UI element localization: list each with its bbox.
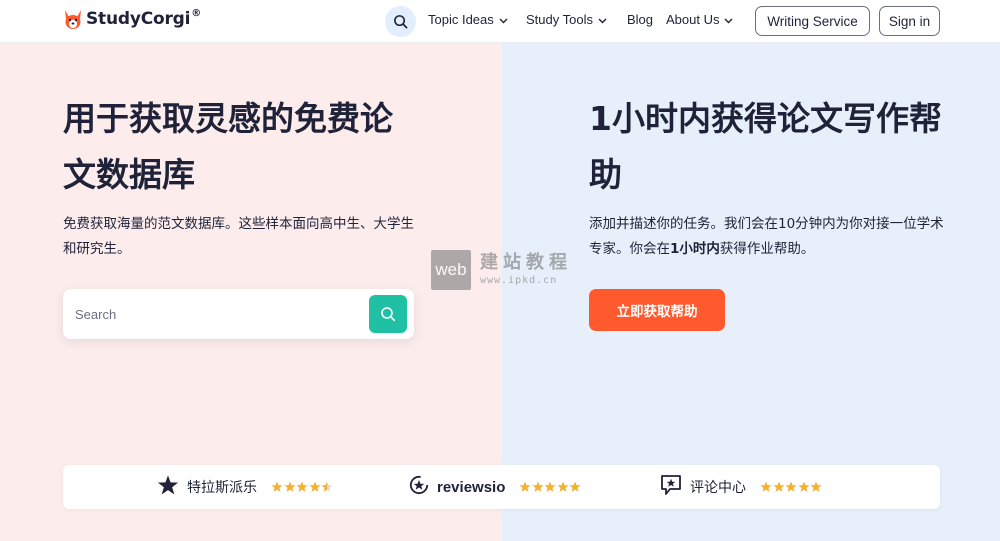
star-icon	[798, 481, 809, 492]
nav-study-tools-label: Study Tools	[526, 12, 593, 27]
get-help-now-button[interactable]: 立即获取帮助	[589, 289, 725, 331]
star-icon	[810, 481, 822, 492]
database-search-input[interactable]	[75, 302, 365, 326]
review-centre-icon	[660, 474, 682, 500]
watermark: web 建站教程 www.ipkd.cn	[431, 250, 572, 290]
right-desc-emphasis: 1小时内	[670, 241, 720, 257]
right-title-prefix: 1	[589, 99, 612, 138]
right-title-line2: 助	[589, 155, 622, 194]
nav-about-us-label: About Us	[666, 12, 720, 27]
right-description: 添加并描述你的任务。我们会在10分钟内为你对接一位学术 专家。你会在1小时内获得…	[589, 212, 944, 262]
review-site-name: 特拉斯派乐	[187, 480, 257, 496]
review-trustpilot[interactable]: 特拉斯派乐	[157, 465, 334, 509]
reviews-bar: 特拉斯派乐 reviewsio 评论中心	[63, 465, 940, 509]
star-icon	[785, 481, 797, 492]
chevron-down-icon	[499, 12, 508, 27]
watermark-text: 建站教程 www.ipkd.cn	[480, 252, 572, 288]
logo-text: StudyCorgi	[86, 9, 191, 29]
left-description: 免费获取海量的范文数据库。这些样本面向高中生、大学生 和研究生。	[63, 212, 414, 262]
reviewsio-icon	[409, 475, 429, 499]
review-reviewsio[interactable]: reviewsio	[409, 465, 582, 509]
nav-about-us[interactable]: About Us	[666, 12, 733, 27]
star-icon	[532, 481, 544, 492]
left-title-line2: 文数据库	[63, 155, 195, 194]
review-site-name: 评论中心	[690, 480, 746, 496]
star-icon	[271, 481, 283, 492]
registered-mark: ®	[191, 7, 202, 19]
star-icon	[544, 481, 556, 492]
star-icon	[519, 481, 531, 492]
left-title-line1: 用于获取灵感的免费论	[63, 99, 393, 138]
nav-blog-label: Blog	[627, 12, 654, 27]
left-hero-title: 用于获取灵感的免费论 文数据库	[63, 91, 393, 203]
star-icon	[309, 481, 320, 492]
right-title-rest: 小时内获得论文写作帮	[611, 99, 942, 138]
site-header: StudyCorgi ® Topic Ideas Study Tools Blo…	[0, 0, 1000, 43]
trustpilot-star-icon	[157, 474, 179, 500]
watermark-box: web	[431, 250, 471, 290]
corgi-logo-icon	[63, 8, 83, 30]
logo[interactable]: StudyCorgi ®	[63, 8, 201, 30]
star-rating	[519, 481, 582, 493]
search-icon	[394, 15, 408, 29]
right-desc-line1: 添加并描述你的任务。我们会在10分钟内为你对接一位学术	[589, 216, 944, 232]
chevron-down-icon	[724, 12, 733, 27]
star-rating	[271, 481, 334, 493]
review-site-name: reviewsio	[437, 478, 506, 496]
right-desc-line2-a: 专家。你会在	[589, 241, 670, 257]
star-icon	[321, 481, 333, 492]
nav-topic-ideas[interactable]: Topic Ideas	[428, 12, 508, 27]
watermark-url: www.ipkd.cn	[480, 275, 558, 286]
database-search-box	[63, 289, 414, 339]
right-desc-line2-b: 获得作业帮助。	[719, 241, 815, 257]
search-submit-button[interactable]	[369, 295, 407, 333]
header-search-button[interactable]	[385, 6, 416, 37]
right-desc-line2: 专家。你会在1小时内获得作业帮助。	[589, 237, 944, 262]
star-icon	[773, 481, 784, 492]
review-centre[interactable]: 评论中心	[660, 465, 823, 509]
star-icon	[760, 481, 772, 492]
left-desc-line2: 和研究生。	[63, 241, 131, 257]
star-icon	[569, 481, 581, 492]
star-icon	[557, 481, 569, 492]
sign-in-button[interactable]: Sign in	[879, 6, 940, 36]
search-icon	[381, 307, 396, 322]
star-icon	[296, 481, 308, 492]
chevron-down-icon	[598, 12, 607, 27]
nav-topic-ideas-label: Topic Ideas	[428, 12, 494, 27]
star-icon	[284, 481, 295, 492]
nav-study-tools[interactable]: Study Tools	[526, 12, 607, 27]
right-hero-title: 1小时内获得论文写作帮 助	[589, 91, 942, 203]
nav-blog[interactable]: Blog	[627, 12, 653, 27]
star-rating	[760, 481, 823, 493]
watermark-title: 建站教程	[480, 252, 572, 273]
left-desc-line1: 免费获取海量的范文数据库。这些样本面向高中生、大学生	[63, 216, 414, 232]
right-title-line1: 1小时内获得论文写作帮	[589, 91, 942, 147]
writing-service-button[interactable]: Writing Service	[755, 6, 870, 36]
